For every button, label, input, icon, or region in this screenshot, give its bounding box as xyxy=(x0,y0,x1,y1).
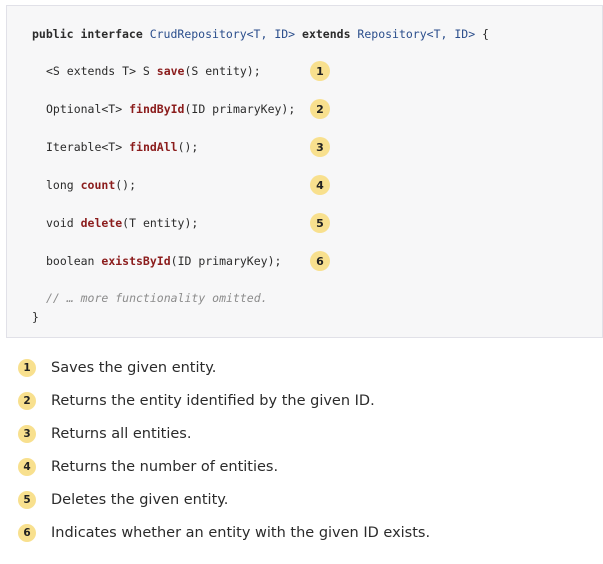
callout-badge: 6 xyxy=(18,524,36,542)
signature-prefix: Iterable<T> xyxy=(46,140,130,154)
extends-keyword: extends xyxy=(295,27,358,41)
callout-description: Saves the given entity. xyxy=(51,360,217,376)
code-line-save: <S extends T> S save(S entity); xyxy=(46,63,261,79)
method-name: findAll xyxy=(129,140,178,154)
list-item: 5 Deletes the given entity. xyxy=(18,489,228,511)
signature-prefix: long xyxy=(46,178,81,192)
signature-prefix: <S extends T> S xyxy=(46,64,157,78)
signature-prefix: Optional<T> xyxy=(46,102,130,116)
callout-badge-1: 1 xyxy=(310,61,330,81)
code-line-findbyid: Optional<T> findById(ID primaryKey); xyxy=(46,101,295,117)
method-name: existsById xyxy=(101,254,171,268)
list-item: 6 Indicates whether an entity with the g… xyxy=(18,522,430,544)
signature-prefix: boolean xyxy=(46,254,102,268)
signature-prefix: void xyxy=(46,216,81,230)
callout-badge-2: 2 xyxy=(310,99,330,119)
callout-badge: 3 xyxy=(18,425,36,443)
callout-description: Returns all entities. xyxy=(51,426,192,442)
callout-description: Returns the number of entities. xyxy=(51,459,279,475)
declaration-prefix: public interface xyxy=(32,27,150,41)
callout-badge-6: 6 xyxy=(310,251,330,271)
callout-description: Deletes the given entity. xyxy=(51,492,229,508)
code-line-findall: Iterable<T> findAll(); xyxy=(46,139,198,155)
list-item: 3 Returns all entities. xyxy=(18,423,191,445)
callout-badge-3: 3 xyxy=(310,137,330,157)
method-name: count xyxy=(80,178,116,192)
callout-description: Returns the entity identified by the giv… xyxy=(51,393,375,409)
open-brace: { xyxy=(475,27,489,41)
signature-params: (); xyxy=(115,178,137,192)
signature-params: (ID primaryKey); xyxy=(184,102,296,116)
list-item: 1 Saves the given entity. xyxy=(18,357,216,379)
list-item: 4 Returns the number of entities. xyxy=(18,456,278,478)
signature-params: (S entity); xyxy=(184,64,261,78)
callout-badge: 2 xyxy=(18,392,36,410)
method-name: delete xyxy=(80,216,123,230)
callout-description: Indicates whether an entity with the giv… xyxy=(51,525,431,541)
callout-badge: 5 xyxy=(18,491,36,509)
method-name: save xyxy=(156,64,185,78)
callout-badge-4: 4 xyxy=(310,175,330,195)
list-item: 2 Returns the entity identified by the g… xyxy=(18,390,375,412)
code-line-existsbyid: boolean existsById(ID primaryKey); xyxy=(46,253,281,269)
code-line-delete: void delete(T entity); xyxy=(46,215,198,231)
callout-badge: 1 xyxy=(18,359,36,377)
interface-declaration: public interface CrudRepository<T, ID> e… xyxy=(32,26,489,42)
callout-badge-5: 5 xyxy=(310,213,330,233)
interface-type: CrudRepository<T, ID> xyxy=(149,27,296,41)
closing-brace: } xyxy=(32,310,39,324)
signature-params: (T entity); xyxy=(122,216,199,230)
parent-type: Repository<T, ID> xyxy=(357,27,476,41)
code-line-count: long count(); xyxy=(46,177,136,193)
callout-badge: 4 xyxy=(18,458,36,476)
method-name: findById xyxy=(129,102,185,116)
signature-params: (); xyxy=(177,140,199,154)
code-comment: // … more functionality omitted. xyxy=(46,291,268,305)
code-block: public interface CrudRepository<T, ID> e… xyxy=(6,5,603,338)
signature-params: (ID primaryKey); xyxy=(170,254,282,268)
